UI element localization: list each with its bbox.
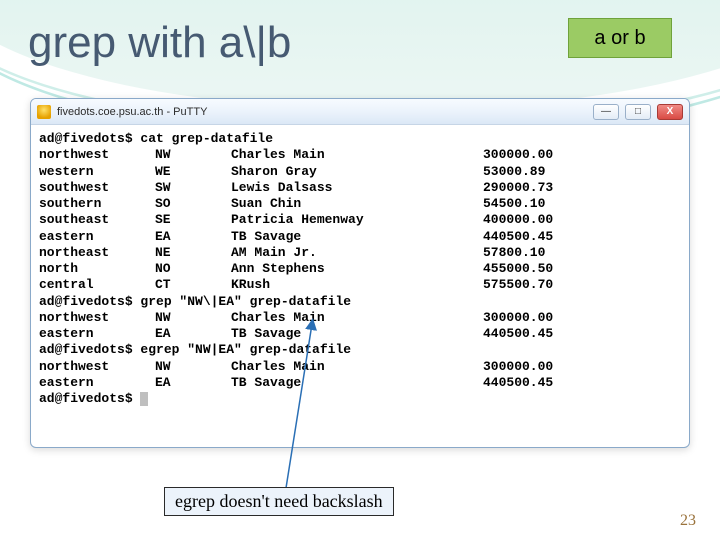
terminal-window: fivedots.coe.psu.ac.th - PuTTY — □ X ad@… — [30, 98, 690, 448]
putty-icon — [37, 105, 51, 119]
table-row: northeastNEAM Main Jr.57800.10 — [39, 245, 681, 261]
prompt-line: ad@fivedots$ grep "NW\|EA" grep-datafile — [39, 294, 681, 310]
table-row: northwestNWCharles Main300000.00 — [39, 147, 681, 163]
table-row: easternEATB Savage440500.45 — [39, 229, 681, 245]
slide-title: grep with a\|b — [28, 18, 291, 68]
window-title: fivedots.coe.psu.ac.th - PuTTY — [57, 106, 207, 118]
minimize-button[interactable]: — — [593, 104, 619, 120]
page-number: 23 — [680, 512, 696, 530]
maximize-button[interactable]: □ — [625, 104, 651, 120]
prompt-line: ad@fivedots$ egrep "NW|EA" grep-datafile — [39, 342, 681, 358]
terminal-body[interactable]: ad@fivedots$ cat grep-datafilenorthwestN… — [31, 125, 689, 411]
prompt-line: ad@fivedots$ — [39, 391, 681, 407]
prompt-line: ad@fivedots$ cat grep-datafile — [39, 131, 681, 147]
table-row: southeastSEPatricia Hemenway400000.00 — [39, 212, 681, 228]
window-titlebar: fivedots.coe.psu.ac.th - PuTTY — □ X — [31, 99, 689, 125]
table-row: easternEATB Savage440500.45 — [39, 326, 681, 342]
table-row: northwestNWCharles Main300000.00 — [39, 359, 681, 375]
table-row: centralCTKRush575500.70 — [39, 277, 681, 293]
table-row: northwestNWCharles Main300000.00 — [39, 310, 681, 326]
cursor — [140, 392, 148, 406]
table-row: easternEATB Savage440500.45 — [39, 375, 681, 391]
close-button[interactable]: X — [657, 104, 683, 120]
annotation-note: egrep doesn't need backslash — [164, 487, 394, 516]
explanation-badge: a or b — [568, 18, 672, 58]
table-row: southwestSWLewis Dalsass290000.73 — [39, 180, 681, 196]
table-row: southernSOSuan Chin54500.10 — [39, 196, 681, 212]
table-row: westernWESharon Gray53000.89 — [39, 164, 681, 180]
table-row: northNOAnn Stephens455000.50 — [39, 261, 681, 277]
